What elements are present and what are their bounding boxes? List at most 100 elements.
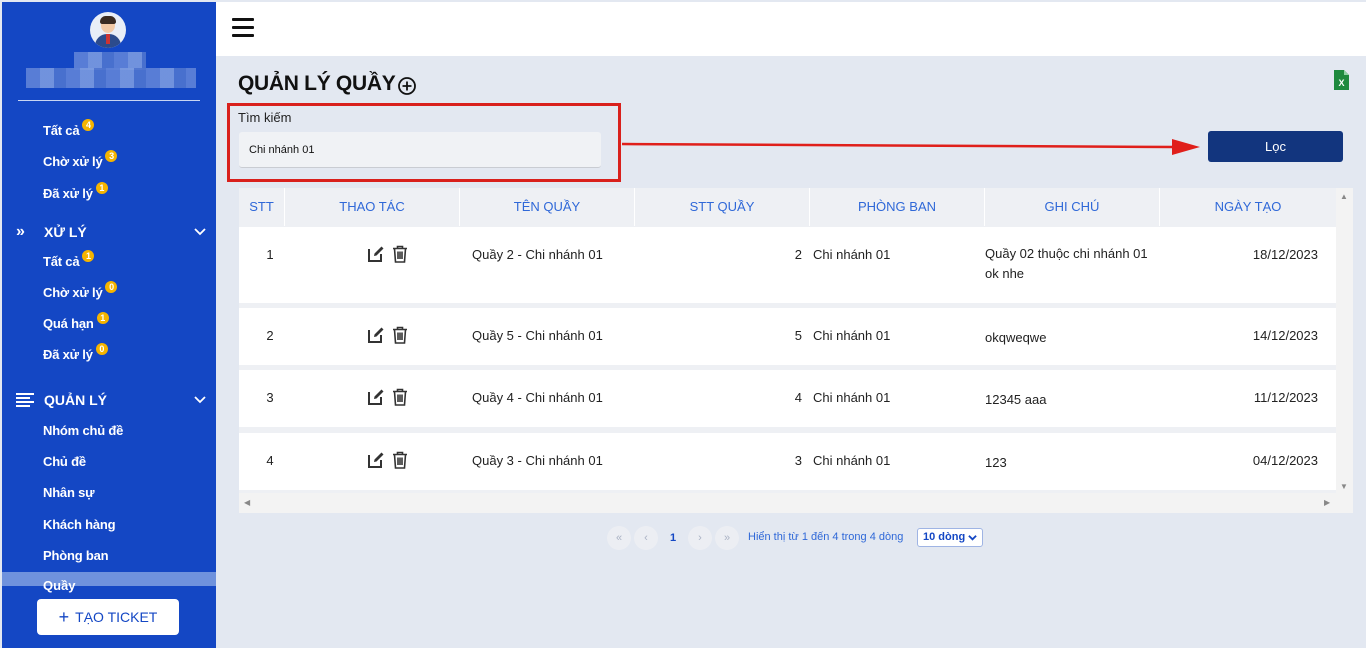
sidebar-item-process-pending[interactable]: Chờ xử lý 0: [43, 281, 118, 300]
column-header-department[interactable]: PHÒNG BAN: [810, 188, 985, 226]
column-header-note[interactable]: GHI CHÚ: [985, 188, 1160, 226]
cell-department: Chi nhánh 01: [813, 453, 891, 468]
sidebar-item-counters[interactable]: Quầy: [2, 572, 216, 593]
cell-stt: 1: [266, 247, 274, 262]
current-page-button[interactable]: 1: [661, 526, 685, 550]
scroll-down-icon[interactable]: ▼: [1340, 482, 1348, 491]
sidebar-item-process-overdue[interactable]: Quá hạn 1: [43, 312, 109, 331]
count-badge: 4: [82, 119, 95, 131]
cell-note: 12345 aaa: [985, 392, 1047, 407]
page-title: QUẢN LÝ QUẦY: [238, 72, 396, 95]
add-circle-icon[interactable]: [397, 76, 417, 96]
cell-name: Quầy 5 - Chi nhánh 01: [472, 328, 603, 343]
scroll-right-icon[interactable]: ▶: [1324, 498, 1330, 507]
vertical-scrollbar[interactable]: ▲ ▼: [1336, 188, 1353, 513]
sidebar-item-staff[interactable]: Nhân sự: [43, 485, 95, 500]
sidebar-item-process-all[interactable]: Tất cả 1: [43, 250, 95, 269]
column-header-created[interactable]: NGÀY TẠO: [1160, 188, 1336, 226]
cell-number: 3: [794, 453, 802, 468]
column-header-actions[interactable]: THAO TÁC: [285, 188, 460, 226]
annotation-arrow: [622, 139, 1200, 155]
chevron-down-icon: [194, 396, 206, 404]
sidebar-section-process[interactable]: » XỬ LÝ: [16, 223, 206, 241]
page-size-select[interactable]: 10 dòng: [917, 528, 983, 547]
sidebar-item-departments[interactable]: Phòng ban: [43, 548, 109, 563]
count-badge: 0: [95, 343, 108, 355]
count-badge: 3: [105, 150, 118, 162]
cell-number: 2: [794, 247, 802, 262]
pagination-info: Hiển thị từ 1 đến 4 trong 4 dòng: [748, 531, 904, 543]
cell-actions: [285, 227, 460, 303]
user-avatar[interactable]: [90, 12, 126, 48]
last-page-button[interactable]: »: [715, 526, 739, 550]
table-row: 2 Quầy 5 - Chi nhánh 01 5 Chi nhánh 01 o…: [239, 308, 1336, 365]
list-icon: [16, 393, 34, 407]
column-header-number[interactable]: STT QUẦY: [635, 188, 810, 226]
excel-export-icon[interactable]: X: [1333, 70, 1349, 90]
annotation-highlight-box: [227, 103, 621, 182]
delete-icon[interactable]: [391, 326, 409, 344]
cell-created: 14/12/2023: [1252, 328, 1318, 343]
cell-stt: 3: [266, 390, 274, 405]
sidebar-item-process-done[interactable]: Đã xử lý 0: [43, 343, 108, 362]
cell-number: 4: [794, 390, 802, 405]
sidebar-item-topic[interactable]: Chủ đề: [43, 454, 86, 469]
hamburger-menu-icon[interactable]: [232, 18, 254, 38]
cell-name: Quầy 4 - Chi nhánh 01: [472, 390, 603, 405]
sidebar: Tất cả 4 Chờ xử lý 3 Đã xử lý 1 » XỬ LÝ …: [2, 2, 216, 648]
column-header-name[interactable]: TÊN QUẦY: [460, 188, 635, 226]
column-header-stt[interactable]: STT: [239, 188, 285, 226]
count-badge: 1: [82, 250, 95, 262]
create-ticket-button[interactable]: + TẠO TICKET: [37, 599, 179, 635]
delete-icon[interactable]: [391, 245, 409, 263]
counters-table: STT THAO TÁC TÊN QUẦY STT QUẦY PHÒNG BAN…: [239, 188, 1353, 513]
sidebar-item-customers[interactable]: Khách hàng: [43, 517, 116, 532]
horizontal-scrollbar[interactable]: ◀ ▶: [239, 493, 1336, 513]
prev-page-button[interactable]: ‹: [634, 526, 658, 550]
cell-name: Quầy 2 - Chi nhánh 01: [472, 247, 603, 262]
sidebar-item-topic-group[interactable]: Nhóm chủ đề: [43, 423, 123, 438]
cell-stt: 2: [266, 328, 274, 343]
top-bar: [216, 2, 1366, 56]
cell-actions: [285, 370, 460, 427]
delete-icon[interactable]: [391, 451, 409, 469]
pagination: « ‹ 1 › »: [607, 526, 739, 550]
next-page-button[interactable]: ›: [688, 526, 712, 550]
svg-text:X: X: [1338, 78, 1344, 88]
count-badge: 0: [105, 281, 118, 293]
cell-name: Quầy 3 - Chi nhánh 01: [472, 453, 603, 468]
sidebar-item-all[interactable]: Tất cả 4: [43, 119, 95, 138]
cell-actions: [285, 308, 460, 365]
table-row: 1 Quầy 2 - Chi nhánh 01 2 Chi nhánh 01 Q…: [239, 227, 1336, 303]
edit-icon[interactable]: [367, 451, 385, 469]
sidebar-item-pending[interactable]: Chờ xử lý 3: [43, 150, 118, 169]
blurred-user-info: [26, 68, 196, 88]
sidebar-section-manage[interactable]: QUẢN LÝ: [16, 392, 206, 408]
cell-department: Chi nhánh 01: [813, 390, 891, 405]
sidebar-divider: [18, 100, 200, 101]
double-chevron-right-icon: »: [16, 223, 25, 240]
cell-created: 04/12/2023: [1252, 453, 1318, 468]
edit-icon[interactable]: [367, 388, 385, 406]
cell-number: 5: [794, 328, 802, 343]
cell-department: Chi nhánh 01: [813, 328, 891, 343]
chevron-down-icon: [194, 228, 206, 236]
cell-department: Chi nhánh 01: [813, 247, 891, 262]
filter-button[interactable]: Lọc: [1208, 131, 1343, 162]
edit-icon[interactable]: [367, 245, 385, 263]
cell-note: Quầy 02 thuộc chi nhánh 01 ok nhe: [985, 246, 1148, 281]
scroll-left-icon[interactable]: ◀: [244, 498, 250, 507]
chevron-down-icon: [968, 535, 977, 541]
cell-stt: 4: [266, 453, 274, 468]
scroll-up-icon[interactable]: ▲: [1340, 192, 1348, 201]
cell-created: 11/12/2023: [1253, 390, 1318, 405]
delete-icon[interactable]: [391, 388, 409, 406]
count-badge: 1: [95, 182, 108, 194]
cell-note: 123: [985, 455, 1007, 470]
sidebar-item-done[interactable]: Đã xử lý 1: [43, 182, 108, 201]
edit-icon[interactable]: [367, 326, 385, 344]
cell-actions: [285, 433, 460, 490]
first-page-button[interactable]: «: [607, 526, 631, 550]
plus-icon: +: [58, 607, 70, 627]
table-row: 4 Quầy 3 - Chi nhánh 01 3 Chi nhánh 01 1…: [239, 433, 1336, 490]
